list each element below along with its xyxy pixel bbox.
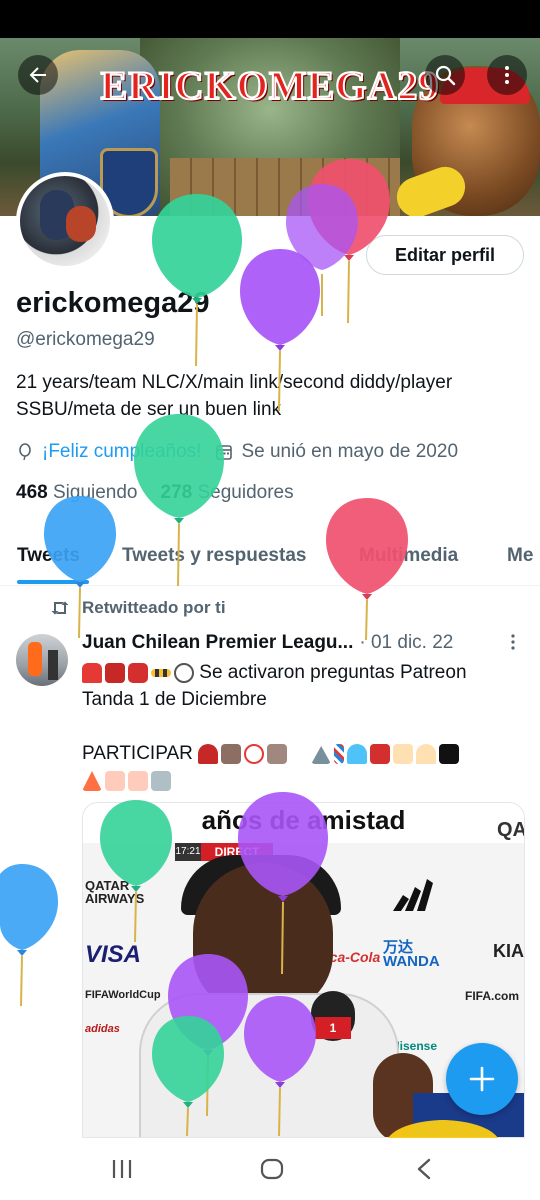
emoji-group-1 bbox=[82, 662, 194, 683]
balloon-purple-4 bbox=[244, 996, 316, 1137]
siren-emoji bbox=[82, 662, 102, 683]
user-handle: @erickomega29 bbox=[16, 329, 155, 350]
balloon-green-1 bbox=[152, 194, 242, 367]
balloon-red-2 bbox=[326, 498, 408, 641]
european-castle-emoji-2 bbox=[128, 770, 148, 791]
status-bar bbox=[0, 0, 540, 38]
profile-meta: ¡Feliz cumpleaños! Se unió en mayo de 20… bbox=[16, 439, 458, 465]
barber-pole-emoji bbox=[334, 743, 345, 764]
sponsor-fifa-com: FIFA.com bbox=[465, 989, 520, 1003]
japanese-castle-emoji bbox=[151, 770, 171, 791]
microphone-flag: 1 bbox=[315, 1017, 351, 1039]
tweet-more-button[interactable] bbox=[506, 632, 520, 657]
mosque-emoji bbox=[416, 743, 437, 764]
home-icon[interactable] bbox=[260, 1158, 284, 1180]
circus-tent-emoji bbox=[198, 743, 219, 764]
banner-title: ERICKOMEGA29 bbox=[100, 62, 440, 109]
balloon-icon bbox=[16, 443, 34, 461]
emoji-group-2 bbox=[198, 743, 460, 764]
mountain-emoji bbox=[311, 745, 332, 764]
sponsor-qatar-right: QA bbox=[497, 819, 525, 841]
joined-date: Se unió en mayo de 2020 bbox=[241, 441, 459, 462]
more-vertical-icon bbox=[505, 66, 509, 84]
stopwatch-emoji bbox=[174, 662, 194, 683]
compose-tweet-button[interactable] bbox=[446, 1043, 518, 1115]
temple-emoji bbox=[82, 770, 102, 791]
avatar-post bbox=[48, 650, 58, 680]
balloon-blue-1 bbox=[44, 496, 116, 639]
roller-coaster-emoji bbox=[267, 743, 288, 764]
kaaba-emoji bbox=[439, 743, 460, 764]
stop-sign-emoji bbox=[128, 662, 148, 683]
balloon-purple-1 bbox=[240, 249, 320, 412]
balloon-green-2 bbox=[134, 414, 224, 587]
arrow-left-icon bbox=[29, 67, 46, 83]
plus-icon bbox=[469, 1066, 495, 1092]
sponsor-wanda: 万达 WANDA bbox=[383, 939, 440, 970]
search-icon bbox=[435, 65, 456, 86]
carousel-emoji bbox=[221, 743, 242, 764]
tweet-line-1: Se activaron preguntas Patreon bbox=[199, 662, 467, 683]
emoji-group-3 bbox=[82, 770, 171, 791]
fountain-emoji bbox=[347, 743, 368, 764]
sponsor-adidas-left: adidas bbox=[85, 1023, 120, 1035]
back-button[interactable] bbox=[18, 55, 58, 95]
sponsor-kia: KIA bbox=[493, 941, 524, 961]
european-castle-emoji bbox=[105, 770, 125, 791]
more-vertical-icon bbox=[511, 634, 515, 650]
profile-avatar[interactable] bbox=[16, 172, 114, 270]
system-nav-bar bbox=[0, 1138, 540, 1200]
tweet-line-3: PARTICIPAR bbox=[82, 743, 193, 764]
tweet-line-2: Tanda 1 de Diciembre bbox=[82, 689, 267, 710]
tab-likes[interactable]: Me bbox=[507, 545, 533, 567]
balloon-green-4 bbox=[152, 1016, 224, 1137]
adidas-logo-icon bbox=[393, 879, 433, 911]
ferris-wheel-emoji bbox=[244, 743, 265, 764]
media-timestamp: 17:21 bbox=[175, 843, 201, 861]
balloon-green-3 bbox=[100, 800, 172, 943]
avatar-figure-2 bbox=[66, 206, 96, 242]
balloon-blue-2 bbox=[0, 864, 58, 1007]
tweet-author-name[interactable]: Juan Chilean Premier Leagu... bbox=[82, 632, 353, 654]
tweet-header: Juan Chilean Premier Leagu... · 01 dic. … bbox=[82, 632, 522, 654]
torii-emoji bbox=[370, 743, 391, 764]
fuel-pump-emoji bbox=[105, 662, 125, 683]
back-nav-icon[interactable] bbox=[414, 1158, 434, 1180]
tweet-body: Se activaron preguntas Patreon Tanda 1 d… bbox=[82, 659, 530, 794]
hindu-temple-emoji bbox=[393, 743, 414, 764]
search-button[interactable] bbox=[425, 55, 465, 95]
barrier-emoji bbox=[151, 668, 171, 677]
sponsor-worldcup-left: FIFAWorldCup bbox=[85, 989, 161, 1001]
avatar-person bbox=[28, 642, 42, 676]
more-options-button[interactable] bbox=[487, 55, 527, 95]
recent-apps-icon[interactable] bbox=[110, 1158, 134, 1180]
balloon-yellow-partial bbox=[388, 1120, 498, 1138]
